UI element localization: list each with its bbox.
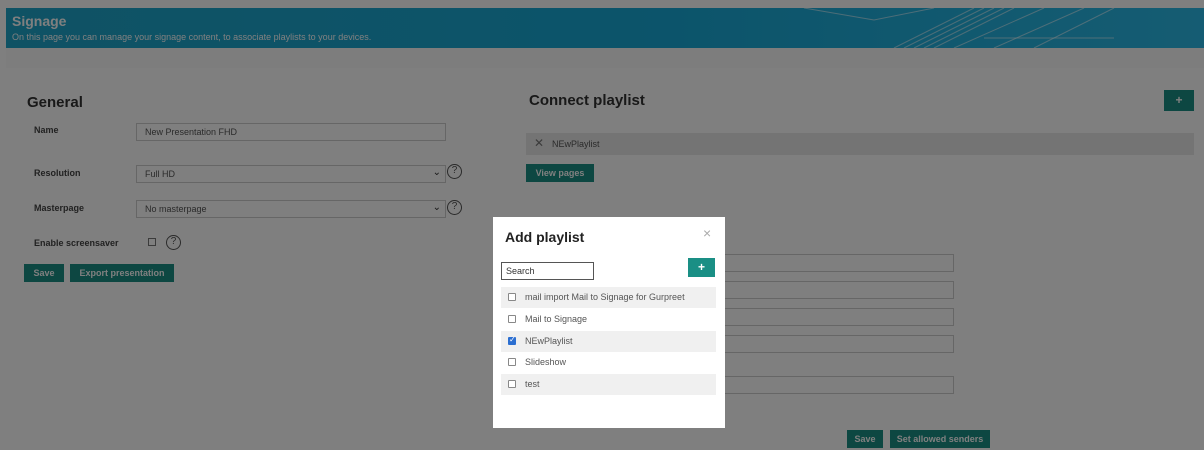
close-icon[interactable]: × [703,225,711,241]
list-item-label: NEwPlaylist [525,336,573,346]
add-new-playlist-button[interactable]: + [688,258,715,277]
list-item-label: Mail to Signage [525,314,588,324]
list-item-label: mail import Mail to Signage for Gurpreet [525,292,685,302]
list-item[interactable]: NEwPlaylist [501,331,716,352]
checkbox[interactable] [508,380,516,388]
list-item[interactable]: Slideshow [501,352,716,373]
checkbox[interactable] [508,293,516,301]
checkbox[interactable] [508,358,516,366]
list-item[interactable]: mail import Mail to Signage for Gurpreet [501,287,716,308]
list-item-label: Slideshow [525,357,567,367]
list-item[interactable]: Mail to Signage [501,309,716,330]
modal-title: Add playlist [505,229,585,245]
search-input[interactable] [501,262,594,280]
checkbox[interactable] [508,315,516,323]
list-item-label: test [525,379,540,389]
add-playlist-modal: Add playlist × + mail import Mail to Sig… [493,217,725,428]
checkbox-checked[interactable] [508,335,516,345]
list-item[interactable]: test [501,374,716,395]
